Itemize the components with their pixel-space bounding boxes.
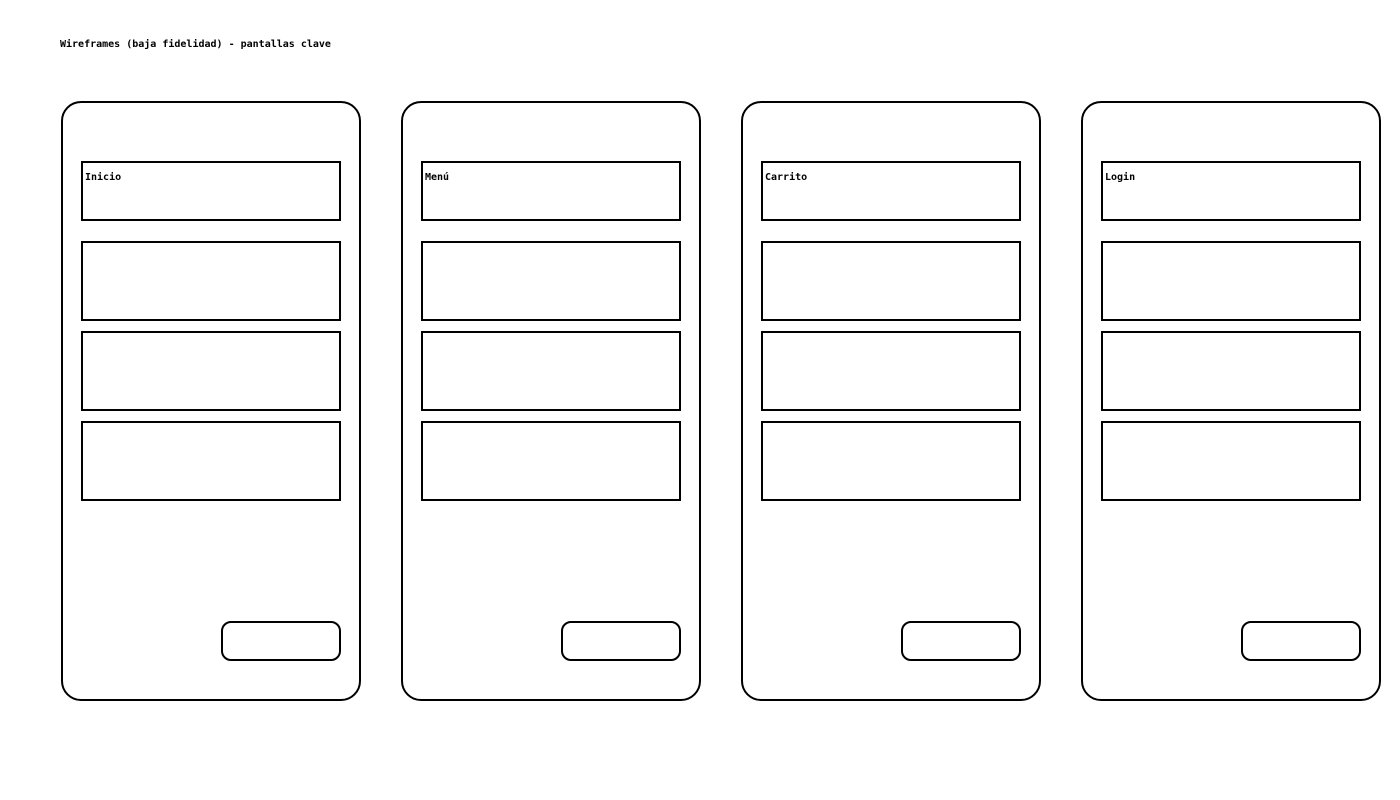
content-block	[421, 421, 681, 501]
content-block	[421, 331, 681, 411]
screen-header-box: Inicio	[81, 161, 341, 221]
action-button-placeholder	[221, 621, 341, 661]
action-button-placeholder	[901, 621, 1021, 661]
screen-header-box: Login	[1101, 161, 1361, 221]
screen-header-label: Carrito	[765, 172, 808, 183]
phone-screen-menu: Menú	[401, 101, 701, 701]
phone-screen-login: Login	[1081, 101, 1381, 701]
phone-screen-carrito: Carrito	[741, 101, 1041, 701]
content-block	[1101, 421, 1361, 501]
screen-header-box: Carrito	[761, 161, 1021, 221]
content-block	[761, 241, 1021, 321]
screen-header-label: Inicio	[85, 172, 122, 183]
content-block	[81, 241, 341, 321]
content-block	[1101, 331, 1361, 411]
screen-header-label: Menú	[425, 172, 450, 183]
content-block	[81, 421, 341, 501]
action-button-placeholder	[1241, 621, 1361, 661]
screen-header-label: Login	[1105, 172, 1136, 183]
content-block	[1101, 241, 1361, 321]
phone-screen-inicio: Inicio	[61, 101, 361, 701]
content-block	[761, 421, 1021, 501]
action-button-placeholder	[561, 621, 681, 661]
content-block	[761, 331, 1021, 411]
diagram-title: Wireframes (baja fidelidad) - pantallas …	[60, 39, 331, 50]
screen-header-box: Menú	[421, 161, 681, 221]
content-block	[421, 241, 681, 321]
content-block	[81, 331, 341, 411]
